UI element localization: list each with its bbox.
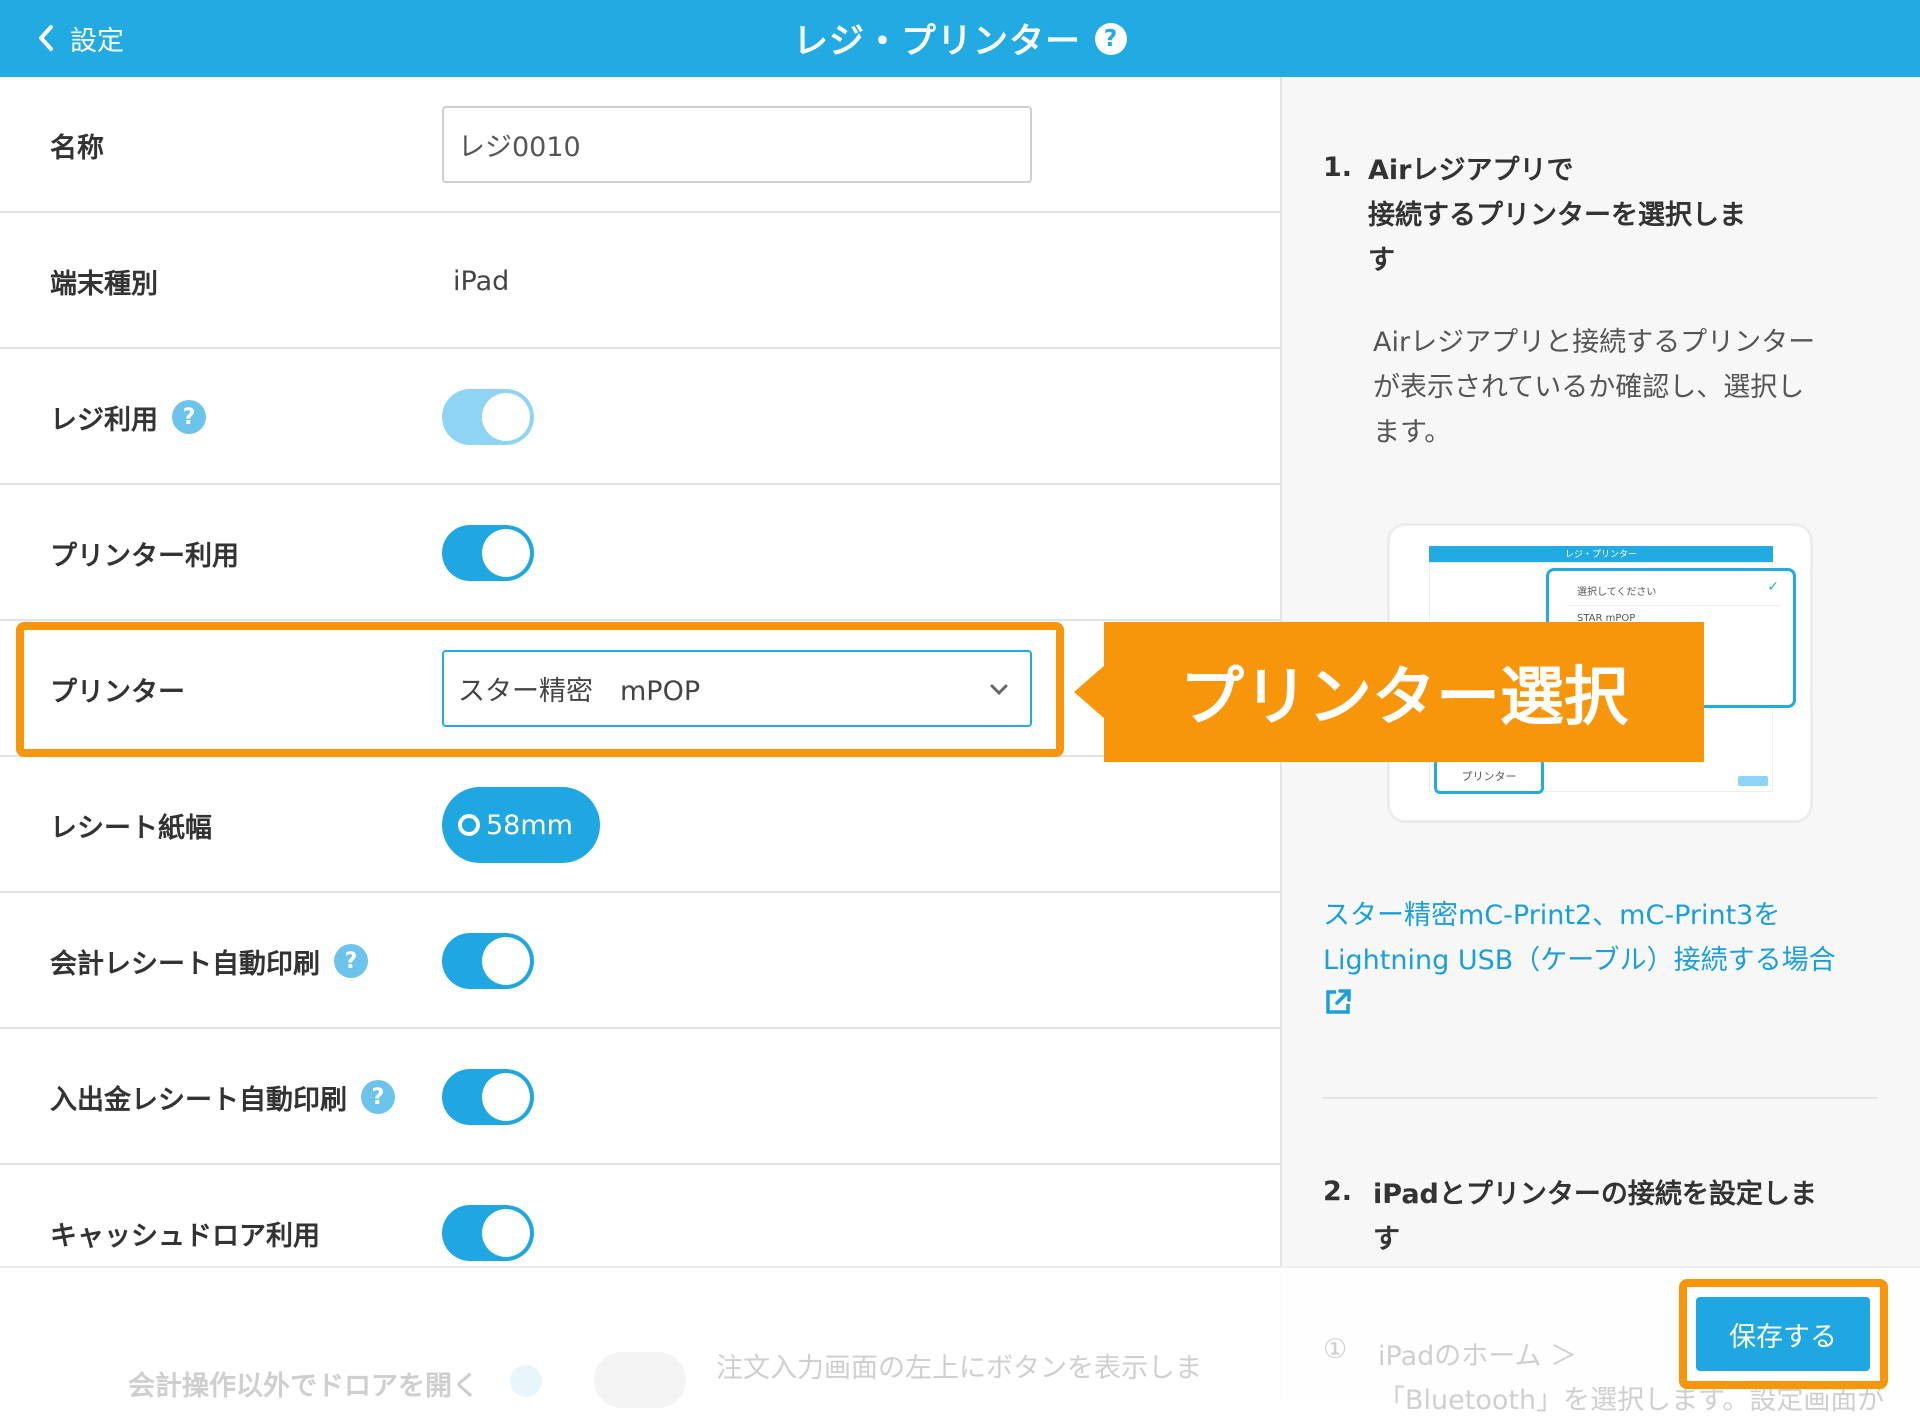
printer-highlight-frame <box>16 622 1064 757</box>
guide-divider <box>1323 1097 1877 1099</box>
printer-use-toggle[interactable] <box>442 525 534 581</box>
link-line2: Lightning USB（ケーブル）接続する場合 <box>1323 945 1836 976</box>
cash-print-row: 入出金レシート自動印刷 ? <box>0 1029 1280 1165</box>
mock-header: レジ・プリンター <box>1429 546 1773 562</box>
cash-print-toggle[interactable] <box>442 1069 534 1125</box>
step2-number: 2. <box>1323 1176 1353 1207</box>
name-input[interactable]: レジ0010 <box>442 106 1032 183</box>
toggle-knob <box>482 393 530 441</box>
help-icon[interactable]: ? <box>334 944 368 978</box>
device-row: 端末種別 iPad <box>0 213 1280 349</box>
auto-print-toggle[interactable] <box>442 933 534 989</box>
drawer-open-label: 会計操作以外でドロアを開く <box>128 1371 479 1402</box>
device-value: iPad <box>453 265 510 297</box>
device-label: 端末種別 <box>50 268 158 300</box>
step1-title-line3: す <box>1368 245 1395 276</box>
register-label: レジ利用 <box>50 404 158 436</box>
toggle-knob <box>482 1209 530 1257</box>
step1-desc-line3: ます。 <box>1373 417 1452 448</box>
header-bar: 設定 レジ・プリンター ? <box>0 0 1920 77</box>
toggle-knob <box>482 529 530 577</box>
register-toggle[interactable] <box>442 389 534 445</box>
step2-title-line2: す <box>1373 1224 1400 1255</box>
mock-title: レジ・プリンター <box>1564 550 1637 560</box>
cash-print-label: 入出金レシート自動印刷 <box>50 1084 347 1116</box>
step1-desc-line2: が表示されているか確認し、選択し <box>1373 372 1805 403</box>
step1-desc-line1: Airレジアプリと接続するプリンター <box>1373 327 1816 358</box>
page-title: レジ・プリンター ? <box>0 0 1920 77</box>
external-link-icon <box>1326 989 1351 1014</box>
printer-use-row: プリンター利用 <box>0 485 1280 621</box>
mock-printer-field-label: プリンター <box>1461 770 1517 783</box>
auto-print-label: 会計レシート自動印刷 <box>50 948 320 980</box>
step1-title-line2: 接続するプリンターを選択しま <box>1368 200 1746 231</box>
cash-print-label-wrap: 入出金レシート自動印刷 ? <box>50 1029 395 1165</box>
link-line1: スター精密mC-Print2、mC-Print3を <box>1323 900 1781 931</box>
mock-option-1: 選択してください <box>1577 587 1657 598</box>
step2-title-line1: iPadとプリンターの接続を設定しま <box>1373 1179 1817 1210</box>
name-label: 名称 <box>50 132 104 164</box>
check-icon: ✓ <box>1767 579 1779 595</box>
radio-ring-icon <box>458 814 480 836</box>
register-row: レジ利用 ? <box>0 349 1280 485</box>
help-icon[interactable] <box>510 1365 542 1397</box>
printer-select-callout: プリンター選択 <box>1104 622 1704 762</box>
step1-number: 1. <box>1323 152 1353 183</box>
mock-printer-field: プリンター <box>1434 758 1544 794</box>
step2-sub-number: ① <box>1323 1334 1348 1365</box>
register-label-wrap: レジ利用 ? <box>50 349 206 485</box>
step1-title-line1: Airレジアプリで <box>1368 155 1574 186</box>
drawer-toggle[interactable] <box>442 1205 534 1261</box>
save-button[interactable]: 保存する <box>1696 1297 1870 1371</box>
mock-save-button <box>1738 776 1768 786</box>
paper-label: レシート紙幅 <box>50 812 212 844</box>
drawer-open-desc: 注文入力画面の左上にボタンを表示しま <box>716 1353 1202 1384</box>
help-icon[interactable]: ? <box>1095 22 1127 55</box>
page-title-text: レジ・プリンター <box>792 22 1081 62</box>
paper-row: レシート紙幅 58mm <box>0 757 1280 893</box>
paper-value: 58mm <box>486 809 573 841</box>
printer-use-label: プリンター利用 <box>50 540 239 572</box>
help-icon[interactable]: ? <box>361 1080 395 1114</box>
footer-bar: 会計操作以外でドロアを開く 注文入力画面の左上にボタンを表示しま ① iPadの… <box>0 1266 1920 1416</box>
lightning-usb-link[interactable]: スター精密mC-Print2、mC-Print3を Lightning USB（… <box>1323 893 1883 1031</box>
auto-print-row: 会計レシート自動印刷 ? <box>0 893 1280 1029</box>
auto-print-label-wrap: 会計レシート自動印刷 ? <box>50 893 368 1029</box>
toggle-knob <box>482 1073 530 1121</box>
paper-58mm-option[interactable]: 58mm <box>442 787 600 863</box>
callout-pointer <box>1074 665 1105 719</box>
mock-divider <box>1567 605 1781 606</box>
toggle-knob <box>482 937 530 985</box>
step2-sub-text: iPadのホーム ＞ <box>1378 1341 1578 1372</box>
help-icon[interactable]: ? <box>172 400 206 434</box>
name-row: 名称 レジ0010 <box>0 77 1280 213</box>
